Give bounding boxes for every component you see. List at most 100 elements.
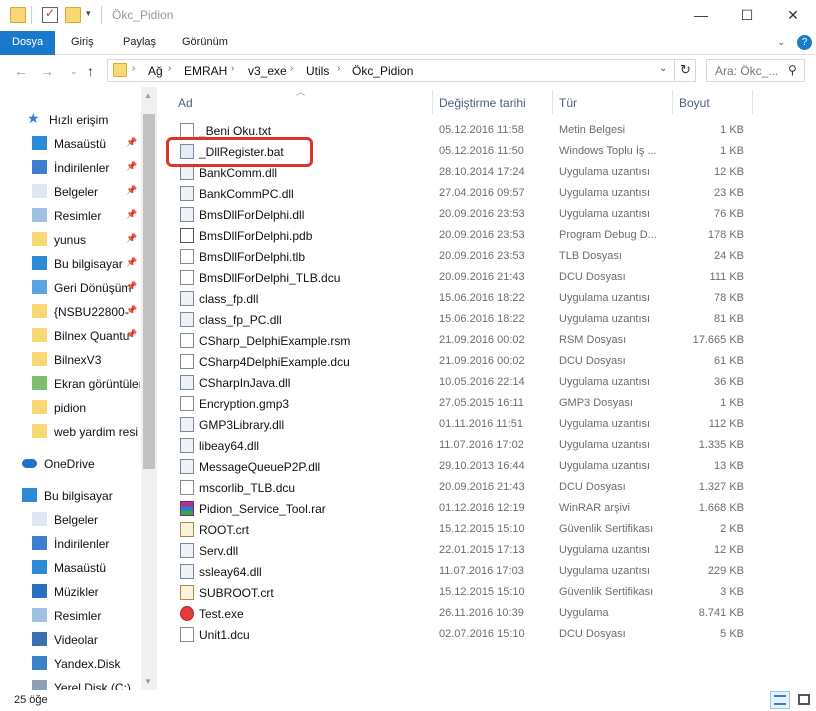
file-list-scrollbar-area xyxy=(800,87,816,690)
tab-home[interactable]: Giriş xyxy=(71,31,94,55)
breadcrumb-v3exe[interactable]: v3_exe xyxy=(248,64,287,78)
sidebar-item[interactable]: Resimler 📌 xyxy=(0,205,140,227)
breadcrumb-separator[interactable]: › xyxy=(168,63,171,74)
sidebar-item[interactable]: Masaüstü 📌 xyxy=(0,133,140,155)
sidebar-item[interactable]: Belgeler xyxy=(0,509,140,531)
file-row[interactable]: Serv.dll 22.01.2015 17:13 Uygulama uzantıs… xyxy=(172,540,752,561)
sidebar-item[interactable]: Masaüstü xyxy=(0,557,140,579)
sidebar-item[interactable]: Müzikler xyxy=(0,581,140,603)
file-row[interactable]: CSharp_DelphiExample.rsm 21.09.2016 00:02… xyxy=(172,330,752,351)
file-row[interactable]: mscorlib_TLB.dcu 20.09.2016 21:43 DCU Dosy… xyxy=(172,477,752,498)
tab-file[interactable]: Dosya xyxy=(0,31,56,55)
new-folder-icon[interactable] xyxy=(65,7,81,23)
refresh-icon[interactable]: ↻ xyxy=(680,62,691,78)
back-arrow-icon[interactable]: ← xyxy=(14,63,28,79)
large-icons-view-button[interactable] xyxy=(794,691,814,709)
sidebar-item[interactable]: Bu bilgisayar xyxy=(0,485,140,507)
sidebar-item[interactable]: Geri Dönüşüm 📌 xyxy=(0,277,140,299)
scroll-up-icon[interactable]: ▲ xyxy=(144,91,152,100)
properties-icon[interactable]: ✓ xyxy=(42,6,58,23)
breadcrumb-separator[interactable]: › xyxy=(290,63,293,74)
tab-view[interactable]: Görünüm xyxy=(182,31,228,55)
recent-locations-icon[interactable]: ⌄ xyxy=(70,66,78,77)
sidebar-item[interactable]: Bu bilgisayar 📌 xyxy=(0,253,140,275)
breadcrumb-emrah[interactable]: EMRAH xyxy=(184,64,227,78)
certificate-icon xyxy=(180,585,194,600)
file-row[interactable]: BmsDllForDelphi.dll 20.09.2016 23:53 Uygul… xyxy=(172,204,752,225)
breadcrumb-separator[interactable]: › xyxy=(132,63,135,74)
up-arrow-icon[interactable]: ↑ xyxy=(87,63,94,79)
generic-file-icon xyxy=(180,627,194,642)
sidebar-item[interactable]: Yandex.Disk xyxy=(0,653,140,675)
sidebar-item-label: Bilnex Quantu xyxy=(54,329,130,343)
sidebar-item[interactable]: yunus 📌 xyxy=(0,229,140,251)
breadcrumb-current[interactable]: Ökc_Pidion xyxy=(352,64,413,78)
sidebar-item[interactable]: İndirilenler 📌 xyxy=(0,157,140,179)
pictures-icon xyxy=(32,208,47,222)
file-row[interactable]: MessageQueueP2P.dll 29.10.2013 16:44 Uygul… xyxy=(172,456,752,477)
file-row[interactable]: BmsDllForDelphi_TLB.dcu 20.09.2016 21:43 D… xyxy=(172,267,752,288)
file-row[interactable]: Encryption.gmp3 27.05.2015 16:11 GMP3 Dosy… xyxy=(172,393,752,414)
sidebar-item[interactable]: Yerel Disk (C:) xyxy=(0,677,140,690)
customize-toolbar-icon[interactable]: ▾ xyxy=(86,8,91,19)
column-divider[interactable] xyxy=(552,90,553,114)
file-size: 61 KB xyxy=(714,355,744,367)
breadcrumb-separator[interactable]: › xyxy=(231,63,234,74)
file-row[interactable]: BmsDllForDelphi.tlb 20.09.2016 23:53 TLB D… xyxy=(172,246,752,267)
column-divider[interactable] xyxy=(752,90,753,114)
sidebar-item[interactable]: Belgeler 📌 xyxy=(0,181,140,203)
close-button[interactable]: ✕ xyxy=(770,0,816,30)
file-row[interactable]: class_fp.dll 15.06.2016 18:22 Uygulama uza… xyxy=(172,288,752,309)
breadcrumb-utils[interactable]: Utils xyxy=(306,64,329,78)
file-size: 111 KB xyxy=(709,271,744,283)
tab-share[interactable]: Paylaş xyxy=(123,31,156,55)
breadcrumb-separator[interactable]: › xyxy=(337,63,340,74)
address-dropdown-icon[interactable]: ⌄ xyxy=(659,63,667,74)
sidebar-item[interactable]: Resimler xyxy=(0,605,140,627)
sidebar-item[interactable]: OneDrive xyxy=(0,453,140,475)
column-divider[interactable] xyxy=(672,90,673,114)
search-input[interactable]: Ara: Ökc_... ⚲ xyxy=(706,59,805,82)
column-divider[interactable] xyxy=(432,90,433,114)
file-row[interactable]: libeay64.dll 11.07.2016 17:02 Uygulama uza… xyxy=(172,435,752,456)
file-row[interactable]: GMP3Library.dll 01.11.2016 11:51 Uygulama … xyxy=(172,414,752,435)
file-row[interactable]: Unit1.dcu 02.07.2016 15:10 DCU Dosyası 5 KB xyxy=(172,624,752,645)
file-size: 1 KB xyxy=(720,145,744,157)
sidebar-item[interactable]: Bilnex Quantu 📌 xyxy=(0,325,140,347)
file-row[interactable]: Pidion_Service_Tool.rar 01.12.2016 12:19 W… xyxy=(172,498,752,519)
file-row[interactable]: BmsDllForDelphi.pdb 20.09.2016 23:53 Progr… xyxy=(172,225,752,246)
file-row[interactable]: SUBROOT.crt 15.12.2015 15:10 Güvenlik Sert… xyxy=(172,582,752,603)
disk-icon xyxy=(32,680,47,690)
dll-file-icon xyxy=(180,165,194,180)
breadcrumb-network[interactable]: Ağ xyxy=(148,64,163,78)
sidebar-item[interactable]: pidion xyxy=(0,397,140,419)
forward-arrow-icon[interactable]: → xyxy=(40,63,54,79)
sidebar-item[interactable]: İndirilenler xyxy=(0,533,140,555)
sidebar-scroll-thumb[interactable] xyxy=(143,114,155,469)
sidebar-item[interactable]: web yardim resi xyxy=(0,421,140,443)
file-row[interactable]: BankCommPC.dll 27.04.2016 09:57 Uygulama u… xyxy=(172,183,752,204)
file-row[interactable]: CSharp4DelphiExample.dcu 21.09.2016 00:02… xyxy=(172,351,752,372)
help-icon[interactable]: ? xyxy=(797,35,812,50)
highlight-annotation xyxy=(166,137,313,167)
details-view-button[interactable] xyxy=(770,691,790,709)
sidebar-item[interactable]: {NSBU22800- 📌 xyxy=(0,301,140,323)
file-row[interactable]: ssleay64.dll 11.07.2016 17:03 Uygulama uza… xyxy=(172,561,752,582)
sidebar-item[interactable]: ★ Hızlı erişim xyxy=(0,109,140,131)
file-size: 13 KB xyxy=(714,460,744,472)
file-type: Uygulama uzantısı xyxy=(559,418,651,430)
file-row[interactable]: Test.exe 26.11.2016 10:39 Uygulama 8.741 KB xyxy=(172,603,752,624)
expand-ribbon-icon[interactable]: ⌄ xyxy=(777,37,785,48)
sidebar-item[interactable]: BilnexV3 xyxy=(0,349,140,371)
scroll-down-icon[interactable]: ▼ xyxy=(144,677,152,686)
maximize-button[interactable]: ☐ xyxy=(724,0,770,30)
sidebar-item[interactable]: Ekran görüntüleri xyxy=(0,373,140,395)
file-row[interactable]: ROOT.crt 15.12.2015 15:10 Güvenlik Sertifi… xyxy=(172,519,752,540)
search-icon[interactable]: ⚲ xyxy=(788,63,797,77)
address-bar[interactable]: › Ağ › EMRAH › v3_exe › Utils › Ökc_Pidi… xyxy=(107,59,696,82)
minimize-button[interactable]: — xyxy=(678,0,724,30)
sidebar-item[interactable]: Videolar xyxy=(0,629,140,651)
file-type: Uygulama uzantısı xyxy=(559,208,651,220)
file-row[interactable]: class_fp_PC.dll 15.06.2016 18:22 Uygulama … xyxy=(172,309,752,330)
file-row[interactable]: CSharpInJava.dll 10.05.2016 22:14 Uygulama… xyxy=(172,372,752,393)
